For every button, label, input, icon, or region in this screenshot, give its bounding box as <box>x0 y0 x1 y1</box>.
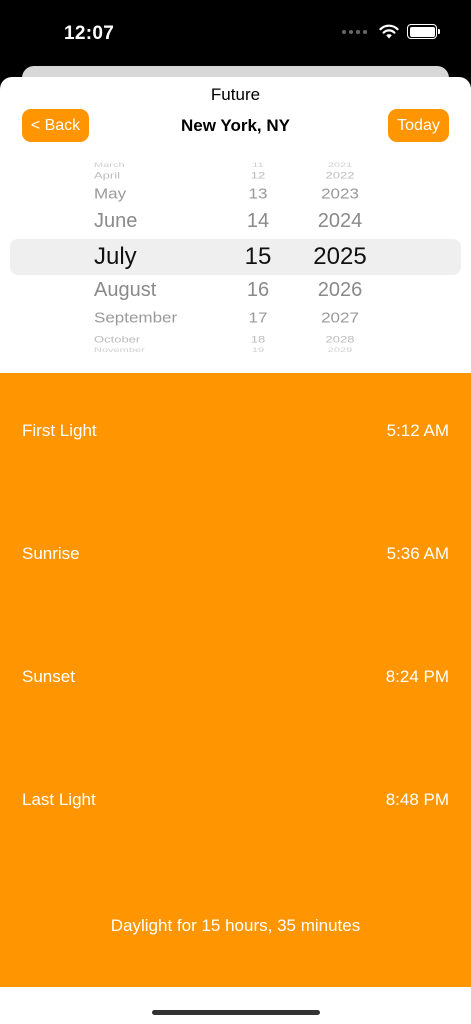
page-title: Future <box>210 85 261 104</box>
status-time: 12:07 <box>64 23 115 44</box>
picker-month-option: June <box>94 210 138 232</box>
picker-month-option: September <box>94 309 178 326</box>
battery-icon <box>407 24 440 39</box>
picker-month-option: October <box>94 334 141 345</box>
sun-times-sheet: Future < Back New York, NY Today March A… <box>0 77 471 1024</box>
picker-selected-year: 2025 <box>313 243 367 270</box>
picker-year-option: 2021 <box>327 161 353 169</box>
picker-day-option: 13 <box>248 185 268 202</box>
picker-year-option: 2022 <box>325 170 355 181</box>
cellular-signal-icon <box>342 29 367 34</box>
picker-day-option: 17 <box>248 309 268 326</box>
app-screen: 12:07 Future < Back New York, NY Today M… <box>0 0 471 1024</box>
last-light-row: Last Light 8:48 PM <box>22 790 449 810</box>
today-button[interactable]: Today <box>388 109 449 142</box>
picker-year-option: 2023 <box>321 185 359 202</box>
sunset-label: Sunset <box>22 667 75 686</box>
first-light-row: First Light 5:12 AM <box>22 421 449 441</box>
sunset-time: 8:24 PM <box>385 667 449 686</box>
picker-day-option: 16 <box>246 279 270 301</box>
sunrise-label: Sunrise <box>22 544 80 563</box>
last-light-time: 8:48 PM <box>385 790 449 809</box>
picker-month-option: November <box>94 346 145 354</box>
picker-day-option: 11 <box>252 161 264 169</box>
sunset-row: Sunset 8:24 PM <box>22 667 449 687</box>
date-picker[interactable]: March April May June July August Septemb… <box>0 159 471 354</box>
picker-year-option: 2024 <box>317 210 363 232</box>
wifi-icon <box>379 24 399 39</box>
picker-year-option: 2027 <box>321 309 359 326</box>
picker-selected-day: 15 <box>244 243 272 270</box>
year-wheel[interactable]: 2021 2022 2023 2024 2025 2026 2027 2028 … <box>300 159 380 353</box>
picker-selected-month: July <box>94 243 137 270</box>
first-light-time: 5:12 AM <box>386 421 449 440</box>
picker-month-option: April <box>94 170 121 181</box>
picker-month-option: May <box>94 185 127 202</box>
picker-year-option: 2028 <box>325 334 355 345</box>
picker-month-option: March <box>94 161 125 169</box>
status-icons <box>342 24 440 39</box>
picker-day-option: 18 <box>250 334 266 345</box>
picker-month-option: August <box>94 279 157 301</box>
home-indicator[interactable] <box>152 1010 320 1015</box>
first-light-label: First Light <box>22 421 97 440</box>
sun-times-panel: First Light 5:12 AM Sunrise 5:36 AM Suns… <box>0 373 471 987</box>
status-bar: 12:07 <box>0 0 471 66</box>
picker-day-option: 14 <box>246 210 270 232</box>
sunrise-row: Sunrise 5:36 AM <box>22 544 449 564</box>
picker-year-option: 2029 <box>327 346 353 354</box>
picker-year-option: 2026 <box>317 279 363 301</box>
picker-day-option: 19 <box>251 346 265 354</box>
daylight-summary: Daylight for 15 hours, 35 minutes <box>110 916 361 935</box>
sunrise-time: 5:36 AM <box>386 544 449 563</box>
last-light-label: Last Light <box>22 790 96 809</box>
day-wheel[interactable]: 11 12 13 14 15 16 17 18 19 <box>220 159 296 353</box>
picker-day-option: 12 <box>250 170 266 181</box>
